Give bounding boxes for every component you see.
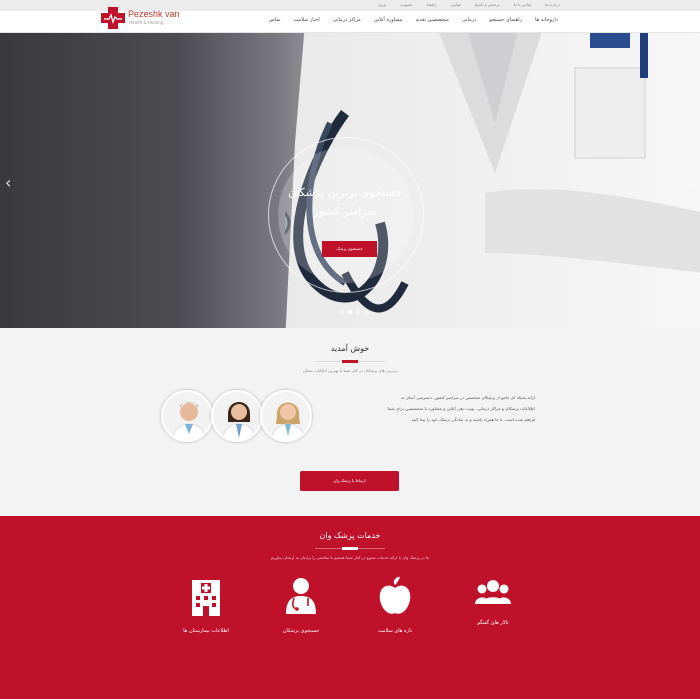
contact-button[interactable]: ارتباط با پزشک وان — [300, 471, 399, 491]
slider-dot[interactable] — [340, 310, 344, 314]
services-section: خدمات پزشک وان ما در پزشک وان با ارائه خ… — [0, 516, 700, 699]
service-forums[interactable]: تالار های گفتگو — [443, 576, 543, 626]
welcome-divider — [315, 360, 385, 363]
logo-name: Pezeshk van — [128, 9, 180, 19]
top-link[interactable]: تماس با ما — [514, 2, 532, 7]
hero-search-button[interactable]: جستجوی پزشک — [322, 241, 377, 257]
service-hospitals[interactable]: اطلاعات بیمارستان ها — [156, 576, 256, 634]
apple-icon — [379, 576, 411, 614]
welcome-section: خوش آمدید برترین های پزشکان در کنار شما … — [0, 328, 700, 516]
services-subtitle: ما در پزشک وان با ارائه خدمات متنوع در ک… — [270, 555, 430, 560]
welcome-title: خوش آمدید — [330, 344, 370, 353]
main-navbar: Pezeshk van Health & Healing داروخانه ها… — [0, 7, 700, 33]
top-link[interactable]: قوانین — [451, 2, 461, 7]
service-label: تازه های سلامت — [378, 628, 412, 634]
logo-tagline: Health & Healing — [129, 20, 164, 25]
main-menu: داروخانه ها راهنمای جستجو درمانی متخصصین تغ… — [269, 17, 558, 23]
users-icon — [475, 580, 511, 604]
nav-item[interactable]: درمانی — [462, 17, 476, 23]
service-health-news[interactable]: تازه های سلامت — [345, 576, 445, 634]
nav-item[interactable]: تماس — [269, 17, 281, 23]
top-link[interactable]: پرسش و پاسخ — [475, 2, 500, 7]
slider-dot[interactable] — [356, 310, 360, 314]
slider-dots — [340, 310, 368, 314]
services-divider — [315, 547, 385, 550]
slider-next-arrow[interactable]: › — [688, 173, 694, 192]
top-link[interactable]: درباره ما — [545, 2, 560, 7]
hospital-icon — [192, 580, 220, 616]
doctor-avatar-3 — [260, 390, 312, 442]
welcome-subtitle: برترین های پزشکان در کنار شما با بهترین … — [303, 368, 397, 373]
top-links: درباره ما تماس با ما پرسش و پاسخ قوانین راهن… — [378, 2, 560, 7]
hero-title: جستجوی برترین پزشکان سراسر کشور — [288, 186, 402, 218]
nav-item[interactable]: مشاوره آنلاین — [374, 17, 403, 23]
logo-cross-icon — [101, 7, 125, 29]
slider-prev-arrow[interactable]: ‹ — [5, 173, 11, 192]
services-title: خدمات پزشک وان — [319, 531, 381, 540]
nav-item[interactable]: مراکز درمانی — [333, 17, 361, 23]
top-link[interactable]: راهنما — [427, 2, 437, 7]
service-find-doctors[interactable]: جستجوی پزشکان — [251, 576, 351, 634]
slider-dot[interactable] — [348, 310, 352, 314]
top-link[interactable]: ورود — [378, 2, 386, 7]
nav-item[interactable]: متخصصین تغذیه — [415, 17, 449, 23]
hero-slider: ‹ › جستجوی برترین پزشکان سراسر کشور جستج… — [0, 33, 700, 328]
service-label: تالار های گفتگو — [477, 620, 509, 626]
service-label: جستجوی پزشکان — [282, 628, 320, 634]
nav-item[interactable]: اخبار سلامت — [294, 17, 320, 23]
welcome-text: ارائه شبکه ای جامع از پزشکان متخصص در سر… — [387, 395, 535, 422]
service-label: اطلاعات بیمارستان ها — [183, 628, 229, 634]
site-logo[interactable]: Pezeshk van Health & Healing — [101, 5, 180, 31]
doctor-avatar-2 — [211, 390, 263, 442]
nav-item[interactable]: داروخانه ها — [535, 17, 558, 23]
top-link[interactable]: عضویت — [400, 2, 413, 7]
doctor-icon — [286, 578, 316, 614]
nav-item[interactable]: راهنمای جستجو — [489, 17, 522, 23]
slider-dot[interactable] — [364, 310, 368, 314]
doctor-avatar-1 — [161, 390, 213, 442]
